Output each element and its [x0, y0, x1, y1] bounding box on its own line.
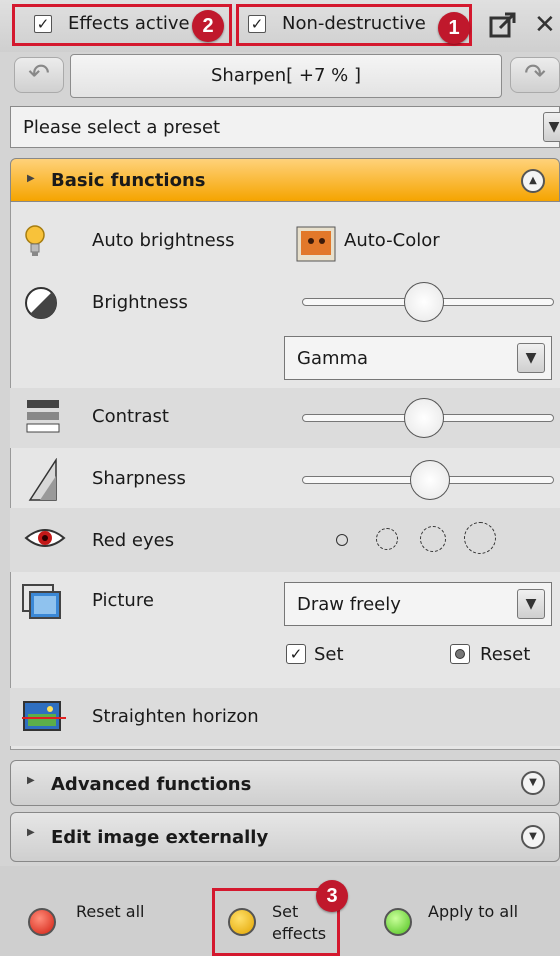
- sharpness-label: Sharpness: [92, 468, 186, 489]
- triangle-right-icon: ▶: [27, 827, 35, 838]
- contrast-row: Contrast: [10, 388, 560, 448]
- preset-dropdown[interactable]: Please select a preset ▼: [10, 106, 560, 148]
- lightbulb-icon: [25, 225, 45, 256]
- apply-to-all-label[interactable]: Apply to all: [428, 902, 518, 922]
- straighten-horizon-icon: [22, 701, 66, 731]
- badge-1: 1: [438, 12, 470, 44]
- set-effects-icon[interactable]: [228, 908, 256, 936]
- auto-row: Auto brightness Auto-Color: [10, 204, 560, 278]
- section-advanced-label: Advanced functions: [51, 774, 252, 795]
- section-basic-functions[interactable]: ▶ Basic functions ▲: [10, 158, 560, 202]
- picture-frame-label: Picture: [92, 590, 154, 611]
- brush-size-m[interactable]: [420, 526, 446, 552]
- reset-all-label[interactable]: Reset all: [76, 902, 144, 922]
- apply-to-all-icon[interactable]: [384, 908, 412, 936]
- history-display: Sharpen[ +7 % ]: [70, 54, 502, 98]
- badge-3: 3: [316, 880, 348, 912]
- preset-placeholder: Please select a preset: [23, 117, 221, 138]
- sharpness-icon: [28, 458, 57, 501]
- straighten-horizon-label[interactable]: Straighten horizon: [92, 706, 259, 727]
- close-icon[interactable]: ✕: [534, 10, 560, 40]
- redo-arrow-icon: ↷: [524, 59, 546, 89]
- set-effects-label-line1[interactable]: Set: [272, 902, 298, 922]
- triangle-right-icon: ▶: [27, 173, 35, 184]
- straighten-row: Straighten horizon: [10, 688, 560, 746]
- sharpness-slider-knob[interactable]: [410, 460, 450, 500]
- reset-radio[interactable]: [450, 644, 470, 664]
- red-eyes-row: Red eyes: [10, 508, 560, 572]
- draw-mode-value: Draw freely: [297, 594, 401, 615]
- chevron-down-icon[interactable]: ▼: [543, 112, 560, 142]
- collapse-up-icon[interactable]: ▲: [521, 169, 545, 193]
- reset-label[interactable]: Reset: [480, 644, 530, 665]
- auto-brightness-label[interactable]: Auto brightness: [92, 230, 234, 251]
- brightness-label: Brightness: [92, 292, 188, 313]
- contrast-slider-knob[interactable]: [404, 398, 444, 438]
- expand-down-icon[interactable]: ▼: [521, 825, 545, 849]
- section-edit-externally[interactable]: ▶ Edit image externally ▼: [10, 812, 560, 862]
- undo-button[interactable]: ↶: [14, 57, 64, 93]
- effects-active-label: Effects active: [68, 13, 190, 34]
- brush-size-s[interactable]: [376, 528, 398, 550]
- chevron-down-icon[interactable]: ▼: [517, 343, 545, 373]
- badge-2: 2: [192, 10, 224, 42]
- set-checkbox[interactable]: ✓: [286, 644, 306, 664]
- section-advanced-functions[interactable]: ▶ Advanced functions ▼: [10, 760, 560, 806]
- picture-frame-icon: [22, 584, 61, 619]
- brush-size-xs[interactable]: [336, 534, 348, 546]
- external-window-icon[interactable]: [488, 10, 518, 40]
- undo-arrow-icon: ↶: [28, 59, 50, 89]
- red-eyes-label: Red eyes: [92, 530, 175, 551]
- brightness-slider-knob[interactable]: [404, 282, 444, 322]
- brightness-row: Brightness Gamma ▼: [10, 278, 560, 388]
- brush-size-l[interactable]: [464, 522, 496, 554]
- auto-color-label[interactable]: Auto-Color: [344, 230, 440, 251]
- reset-all-icon[interactable]: [28, 908, 56, 936]
- history-current-step: Sharpen[ +7 % ]: [210, 65, 362, 86]
- contrast-icon: [26, 400, 60, 433]
- section-basic-label: Basic functions: [51, 170, 206, 191]
- non-destructive-label: Non-destructive: [282, 13, 426, 34]
- chevron-down-icon[interactable]: ▼: [517, 589, 545, 619]
- brightness-icon: [25, 287, 57, 319]
- brightness-mode-value: Gamma: [297, 348, 369, 369]
- contrast-label: Contrast: [92, 406, 169, 427]
- redo-button[interactable]: ↷: [510, 57, 560, 93]
- red-eye-icon: [24, 529, 66, 547]
- set-effects-label-line2[interactable]: effects: [272, 924, 326, 944]
- auto-color-icon[interactable]: [296, 226, 336, 262]
- triangle-right-icon: ▶: [27, 775, 35, 786]
- brightness-mode-select[interactable]: Gamma ▼: [284, 336, 552, 380]
- section-external-label: Edit image externally: [51, 827, 269, 848]
- draw-mode-select[interactable]: Draw freely ▼: [284, 582, 552, 626]
- set-label[interactable]: Set: [314, 644, 344, 665]
- effects-active-checkbox[interactable]: ✓: [34, 15, 52, 33]
- picture-frame-row: Picture Draw freely ▼ ✓ Set Reset: [10, 572, 560, 688]
- non-destructive-checkbox[interactable]: ✓: [248, 15, 266, 33]
- expand-down-icon[interactable]: ▼: [521, 771, 545, 795]
- sharpness-row: Sharpness: [10, 448, 560, 508]
